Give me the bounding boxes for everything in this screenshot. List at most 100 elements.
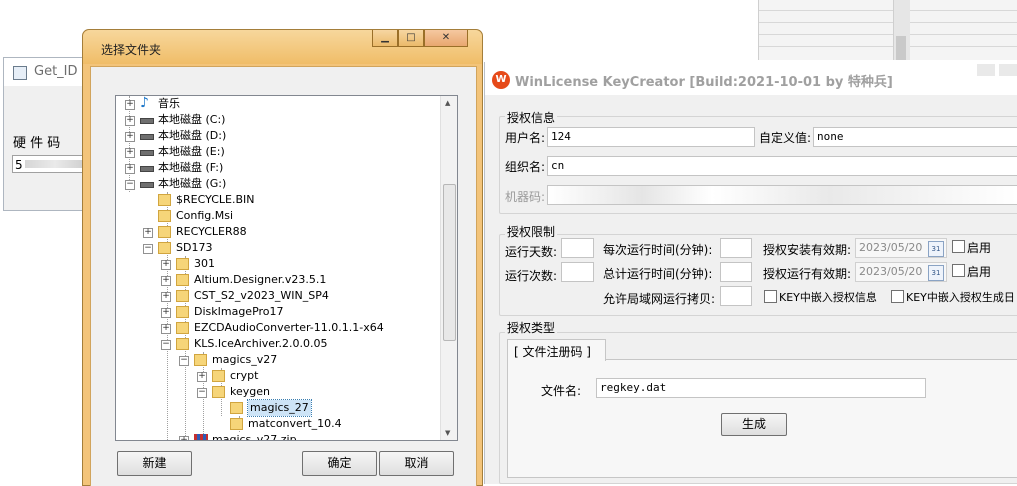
install-valid-enable-checkbox[interactable]: [952, 240, 965, 253]
expand-icon[interactable]: +: [125, 164, 135, 174]
tree-item[interactable]: − SD173: [116, 240, 436, 256]
install-valid-enable-label: 启用: [967, 241, 992, 255]
embed-info-checkbox[interactable]: [764, 290, 777, 303]
tree-item[interactable]: matconvert_10.4: [116, 416, 436, 432]
get-id-title: Get_ID: [34, 64, 78, 79]
drive-icon: [140, 134, 154, 140]
tree-item[interactable]: + 本地磁盘 (E:): [116, 144, 436, 160]
run-days-label: 运行天数:: [505, 245, 558, 259]
folder-tree[interactable]: + ♪ 音乐 + 本地磁盘 (C:) + 本地磁盘 (D:) + 本地磁盘 (E:) + 本地磁盘 …: [115, 95, 458, 441]
username-input[interactable]: 124: [547, 127, 755, 147]
scroll-down-arrow-icon[interactable]: ▼: [445, 429, 450, 437]
folder-icon: [158, 226, 171, 238]
total-run-time-input[interactable]: [720, 262, 752, 282]
expand-icon[interactable]: +: [161, 260, 171, 270]
run-days-input[interactable]: [561, 238, 594, 258]
divider: [759, 10, 1017, 11]
maximize-button[interactable]: [999, 64, 1017, 76]
hardware-code-field[interactable]: 5: [12, 155, 92, 173]
organization-label: 组织名:: [505, 160, 546, 174]
tree-item-label: magics_v27: [212, 353, 278, 366]
collapse-icon[interactable]: −: [125, 180, 135, 190]
filename-input[interactable]: regkey.dat: [596, 378, 926, 398]
collapse-icon[interactable]: −: [143, 244, 153, 254]
tree-item[interactable]: Config.Msi: [116, 208, 436, 224]
folder-icon: [176, 306, 189, 318]
calendar-icon[interactable]: 31: [928, 265, 944, 281]
license-info-legend: 授权信息: [505, 109, 558, 126]
install-valid-date-picker[interactable]: 2023/05/20 31: [855, 238, 947, 258]
tab-file-regcode[interactable]: [ 文件注册码 ]: [507, 339, 606, 361]
run-valid-date-picker[interactable]: 2023/05/20 31: [855, 262, 947, 282]
close-button[interactable]: ✕: [424, 30, 468, 47]
tree-item[interactable]: + EZCDAudioConverter-11.0.1.1-x64: [116, 320, 436, 336]
collapse-icon[interactable]: −: [197, 388, 207, 398]
tree-item[interactable]: + crypt: [116, 368, 436, 384]
username-label: 用户名:: [505, 131, 546, 145]
scrollbar-thumb[interactable]: [443, 184, 456, 341]
tree-item[interactable]: + DiskImagePro17: [116, 304, 436, 320]
expand-icon[interactable]: +: [125, 132, 135, 142]
expand-icon[interactable]: +: [125, 116, 135, 126]
collapse-icon[interactable]: −: [179, 356, 189, 366]
run-valid-enable-checkbox[interactable]: [952, 264, 965, 277]
expand-icon[interactable]: +: [161, 308, 171, 318]
tree-item[interactable]: + RECYCLER88: [116, 224, 436, 240]
expand-icon[interactable]: +: [179, 436, 189, 440]
custom-value-input[interactable]: none: [813, 127, 1017, 147]
generate-button[interactable]: 生成: [721, 413, 787, 436]
embed-gen-date-label: KEY中嵌入授权生成日: [906, 291, 1015, 304]
expand-icon[interactable]: +: [161, 324, 171, 334]
tree-item-label: RECYCLER88: [176, 225, 247, 238]
tree-item[interactable]: − KLS.IceArchiver.2.0.0.05: [116, 336, 436, 352]
embed-gen-date-checkbox[interactable]: [891, 290, 904, 303]
run-valid-enable-label: 启用: [967, 265, 992, 279]
tree-item[interactable]: +301: [116, 256, 436, 272]
machine-code-label: 机器码:: [505, 190, 546, 204]
ok-button[interactable]: 确定: [302, 451, 377, 476]
run-valid-label: 授权运行有效期:: [763, 267, 852, 281]
tree-item[interactable]: + 本地磁盘 (C:): [116, 112, 436, 128]
per-run-time-input[interactable]: [720, 238, 752, 258]
expand-icon[interactable]: +: [143, 228, 153, 238]
run-count-input[interactable]: [561, 262, 594, 282]
expand-icon[interactable]: +: [125, 100, 135, 110]
tree-vertical-scrollbar[interactable]: ▲ ▼: [440, 96, 457, 440]
folder-dialog-title: 选择文件夹: [101, 43, 162, 57]
tree-item[interactable]: magics_27: [116, 399, 436, 417]
drive-icon: [140, 150, 154, 156]
lan-copies-input[interactable]: [720, 286, 752, 306]
calendar-icon[interactable]: 31: [928, 241, 944, 257]
per-run-time-label: 每次运行时间(分钟):: [603, 243, 713, 257]
background-scrollbar-thumb[interactable]: [896, 36, 906, 60]
cancel-button[interactable]: 取消: [379, 451, 454, 476]
expand-icon[interactable]: +: [197, 372, 207, 382]
tree-item[interactable]: + ♪ 音乐: [116, 96, 436, 112]
tree-item[interactable]: + magics_v27.zip: [116, 432, 436, 440]
expand-icon[interactable]: +: [125, 148, 135, 158]
expand-icon[interactable]: +: [161, 276, 171, 286]
tree-item[interactable]: + CST_S2_v2023_WIN_SP4: [116, 288, 436, 304]
tree-item[interactable]: − 本地磁盘 (G:): [116, 176, 436, 192]
maximize-button[interactable]: □: [398, 30, 424, 47]
organization-input[interactable]: cn: [547, 156, 1017, 176]
tree-item-label: crypt: [230, 369, 259, 382]
tree-item[interactable]: + Altium.Designer.v23.5.1: [116, 272, 436, 288]
keycreator-titlebar[interactable]: W WinLicense KeyCreator [Build:2021-10-0…: [485, 62, 1017, 95]
folder-dialog-client: + ♪ 音乐 + 本地磁盘 (C:) + 本地磁盘 (D:) + 本地磁盘 (E:) + 本地磁盘 …: [90, 66, 477, 486]
tree-item-label: DiskImagePro17: [194, 305, 284, 318]
app-icon: [13, 66, 27, 80]
new-folder-button[interactable]: 新建: [117, 451, 192, 476]
tree-item[interactable]: + 本地磁盘 (D:): [116, 128, 436, 144]
expand-icon[interactable]: +: [161, 292, 171, 302]
machine-code-input[interactable]: [547, 185, 1017, 205]
tree-item[interactable]: + 本地磁盘 (F:): [116, 160, 436, 176]
tree-item[interactable]: − keygen: [116, 384, 436, 400]
tree-item[interactable]: − magics_v27: [116, 352, 436, 368]
minimize-button[interactable]: ▁: [372, 30, 398, 47]
background-window: [758, 0, 1017, 60]
minimize-button[interactable]: [977, 64, 995, 76]
collapse-icon[interactable]: −: [161, 340, 171, 350]
tree-item[interactable]: $RECYCLE.BIN: [116, 192, 436, 208]
scroll-up-arrow-icon[interactable]: ▲: [445, 99, 450, 107]
